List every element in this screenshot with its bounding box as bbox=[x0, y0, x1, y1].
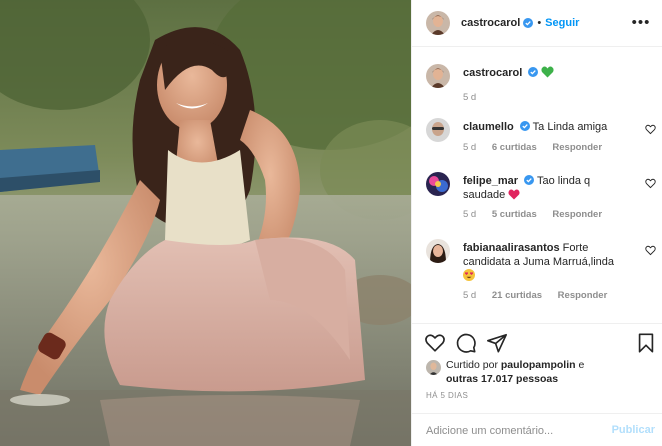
commenter-avatar[interactable] bbox=[426, 118, 450, 142]
red-heart-icon bbox=[508, 189, 520, 200]
green-heart-icon bbox=[541, 66, 554, 78]
commenter-username[interactable]: fabianaalirasantos bbox=[463, 242, 560, 254]
post-photo-image bbox=[0, 0, 411, 446]
comment-text: felipe_mar Tao linda q saudade bbox=[463, 174, 633, 202]
verified-badge-icon bbox=[523, 18, 534, 28]
comment-body: Ta Linda amiga bbox=[532, 121, 608, 133]
post-timestamp[interactable]: HÁ 5 DIAS bbox=[426, 391, 468, 400]
like-comment-heart-icon[interactable] bbox=[645, 178, 656, 189]
liker-username[interactable]: paulopampolin bbox=[501, 359, 576, 371]
comment-likes[interactable]: 5 curtidas bbox=[492, 209, 537, 220]
verified-badge-icon bbox=[524, 175, 535, 185]
like-comment-heart-icon[interactable] bbox=[645, 124, 656, 135]
likes-conj: e bbox=[578, 359, 585, 371]
follow-button[interactable]: Seguir bbox=[545, 17, 579, 29]
verified-badge-icon bbox=[528, 67, 539, 77]
like-comment-heart-icon[interactable] bbox=[645, 245, 656, 256]
comment-meta: 5 d 21 curtidas Responder bbox=[463, 290, 620, 301]
more-options-icon[interactable]: ••• bbox=[631, 12, 651, 32]
comment-time: 5 d bbox=[463, 142, 477, 153]
commenter-username[interactable]: felipe_mar bbox=[463, 175, 518, 187]
author-username[interactable]: castrocarol bbox=[461, 17, 520, 29]
comment-text: claumello Ta Linda amiga bbox=[463, 120, 633, 134]
comment-meta: 5 d 5 curtidas Responder bbox=[463, 209, 615, 220]
caption-username[interactable]: castrocarol bbox=[463, 67, 522, 79]
comment-likes[interactable]: 6 curtidas bbox=[492, 142, 537, 153]
comment-likes[interactable]: 21 curtidas bbox=[492, 290, 542, 301]
comment-time: 5 d bbox=[463, 209, 477, 220]
caption-meta: 5 d bbox=[463, 92, 489, 103]
publish-button[interactable]: Publicar bbox=[612, 424, 655, 436]
caption-avatar[interactable] bbox=[426, 64, 450, 88]
post-header: castrocarol • Seguir ••• bbox=[412, 0, 662, 47]
reply-button[interactable]: Responder bbox=[552, 142, 602, 153]
reply-button[interactable]: Responder bbox=[558, 290, 608, 301]
commenter-avatar[interactable] bbox=[426, 239, 450, 263]
comment-item: claumello Ta Linda amiga 5 d 6 curtidas … bbox=[426, 118, 656, 158]
comment-item: felipe_mar Tao linda q saudade 5 d 5 cur… bbox=[426, 172, 656, 226]
add-comment-input[interactable] bbox=[426, 422, 606, 440]
likes-text: Curtido por paulopampolin e outras 17.01… bbox=[446, 358, 646, 386]
post-sidebar: castrocarol • Seguir ••• castrocarol 5 d bbox=[411, 0, 662, 446]
heart-eyes-emoji-icon bbox=[463, 269, 475, 281]
comment-bubble-icon[interactable] bbox=[455, 332, 477, 354]
caption-item: castrocarol 5 d bbox=[426, 64, 656, 104]
like-heart-icon[interactable] bbox=[424, 332, 446, 354]
comment-item: fabianaalirasantos Forte candidata a Jum… bbox=[426, 239, 656, 309]
post-photo[interactable] bbox=[0, 0, 411, 446]
caption-text: castrocarol bbox=[463, 66, 633, 80]
author-avatar[interactable] bbox=[426, 11, 450, 35]
action-icons bbox=[424, 332, 654, 356]
comment-meta: 5 d 6 curtidas Responder bbox=[463, 142, 615, 153]
verified-badge-icon bbox=[519, 121, 530, 131]
comment-time: 5 d bbox=[463, 290, 477, 301]
commenter-avatar[interactable] bbox=[426, 172, 450, 196]
save-bookmark-icon[interactable] bbox=[635, 332, 657, 354]
reply-button[interactable]: Responder bbox=[552, 209, 602, 220]
commenter-username[interactable]: claumello bbox=[463, 121, 514, 133]
likes-others[interactable]: outras 17.017 pessoas bbox=[446, 373, 558, 385]
likes-prefix: Curtido por bbox=[446, 359, 498, 371]
separator-dot: • bbox=[537, 17, 542, 29]
add-comment-bar: Publicar bbox=[412, 413, 662, 446]
more-options-label: ••• bbox=[631, 13, 651, 31]
share-paper-plane-icon[interactable] bbox=[486, 332, 508, 354]
comments-list: castrocarol 5 d claumello Ta Linda amiga… bbox=[412, 48, 662, 322]
comment-text: fabianaalirasantos Forte candidata a Jum… bbox=[463, 241, 633, 283]
liker-avatar[interactable] bbox=[426, 360, 441, 375]
caption-time: 5 d bbox=[463, 92, 477, 103]
post-actions: Curtido por paulopampolin e outras 17.01… bbox=[412, 323, 662, 446]
